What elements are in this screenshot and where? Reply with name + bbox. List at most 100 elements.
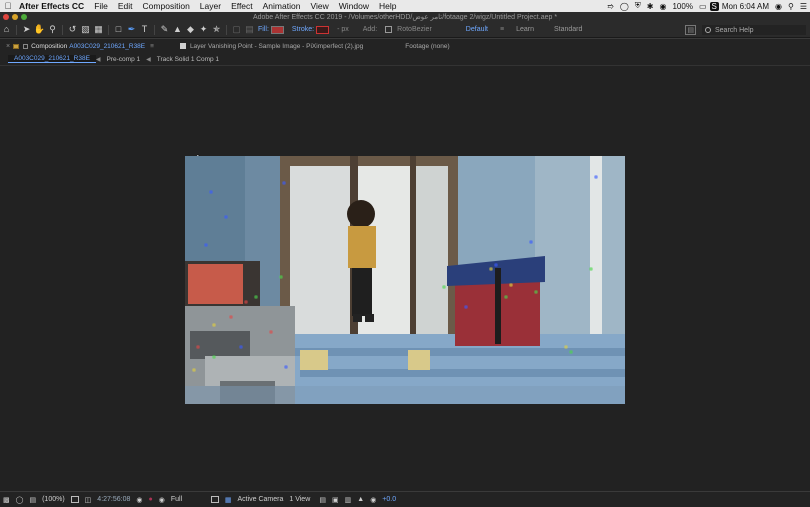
composition-icon: [13, 43, 20, 49]
roto-brush-tool-icon[interactable]: ✦: [197, 23, 210, 36]
lasso-icon[interactable]: ➱: [604, 2, 617, 11]
shield-icon[interactable]: ⛨: [632, 1, 644, 11]
workspace-toggle-icon[interactable]: ▤: [685, 25, 696, 35]
breadcrumb-precomp[interactable]: Pre-comp 1: [101, 56, 147, 63]
viewer-controls-bar: ▩ ◯ ▤ (100%) ◫ 4:27:56:08 ◉ ● ◉ Full ▦ A…: [0, 491, 810, 507]
menu-help[interactable]: Help: [374, 0, 401, 12]
panel-menu-icon[interactable]: ≡: [150, 43, 154, 50]
wifi-icon[interactable]: ◉: [656, 2, 669, 11]
align-icon[interactable]: ▢: [230, 23, 243, 36]
magnification-value[interactable]: (100%): [39, 496, 68, 503]
rotobezier-label: RotoBezier: [397, 26, 432, 33]
list-icon[interactable]: ☰: [797, 2, 810, 11]
toggle-pixel-aspect-icon[interactable]: ▤: [316, 496, 329, 504]
timecode-value[interactable]: 4:27:56:08: [94, 496, 133, 503]
pan-behind-tool-icon[interactable]: ▦: [92, 23, 105, 36]
pen-tool-icon[interactable]: ✒: [125, 23, 138, 36]
brush-tool-icon[interactable]: ✎: [158, 23, 171, 36]
composition-tab-name: A003C029_210621_R38E: [69, 42, 146, 50]
footage-tab-label: Footage (none): [405, 42, 450, 50]
panel-tab-bar: × Composition A003C029_210621_R38E ≡ Lay…: [0, 38, 810, 53]
menu-edit[interactable]: Edit: [113, 0, 138, 12]
puppet-tool-icon[interactable]: ✯: [210, 23, 223, 36]
tab-layer[interactable]: Layer Vanishing Point - Sample Image - P…: [174, 39, 369, 54]
minimize-button[interactable]: [12, 14, 18, 20]
battery-icon[interactable]: ▭: [696, 2, 710, 11]
battery-percent: 100%: [672, 1, 693, 11]
layer-icon: [179, 43, 186, 49]
workspace-menu-icon[interactable]: ≡: [498, 26, 506, 33]
tools-toolbar: ⌂ ➤ ✋ ⚲ ↺ ▧ ▦ □ ✒ T ✎ ▲ ◆ ✦ ✯ ▢ ▤ Fill: …: [0, 22, 810, 38]
active-camera-select[interactable]: Active Camera: [234, 496, 286, 503]
menu-effect[interactable]: Effect: [226, 0, 258, 12]
title-action-safe-icon[interactable]: [70, 496, 79, 503]
type-tool-icon[interactable]: T: [138, 23, 151, 36]
exposure-value[interactable]: +0.0: [379, 496, 399, 503]
user-icon[interactable]: ◉: [772, 2, 785, 11]
selection-tool-icon[interactable]: ➤: [20, 23, 33, 36]
clock[interactable]: Mon 6:04 AM: [719, 2, 772, 11]
reset-exposure-icon[interactable]: ◉: [367, 496, 379, 504]
region-of-interest-icon[interactable]: [210, 496, 219, 503]
tab-footage[interactable]: Footage (none): [399, 39, 455, 54]
channel-icon[interactable]: ◉: [156, 496, 168, 504]
composition-tab-label: Composition: [31, 42, 68, 50]
timer-icon[interactable]: ◯: [617, 2, 632, 11]
menu-view[interactable]: View: [305, 0, 333, 12]
mask-visibility-icon[interactable]: ▤: [26, 496, 39, 504]
eraser-tool-icon[interactable]: ◆: [184, 23, 197, 36]
toolbar-divider: [154, 24, 155, 35]
apple-icon[interactable]: : [0, 0, 14, 12]
menu-app-name[interactable]: After Effects CC: [14, 0, 89, 12]
fill-label: Fill:: [258, 26, 269, 33]
bluetooth-icon[interactable]: ✱: [644, 2, 657, 11]
workspace-learn[interactable]: Learn: [506, 26, 544, 33]
window-controls: [3, 14, 27, 20]
resolution-select[interactable]: Full: [168, 496, 208, 503]
tab-composition[interactable]: × Composition A003C029_210621_R38E ≡: [0, 39, 160, 54]
menu-composition[interactable]: Composition: [138, 0, 195, 12]
rectangle-tool-icon[interactable]: □: [112, 23, 125, 36]
window-title: Adobe After Effects CC 2019 - /Volumes/o…: [252, 14, 558, 21]
mac-menubar:  After Effects CC File Edit Composition…: [0, 0, 810, 12]
snapshot-icon[interactable]: ◉: [133, 496, 145, 504]
fill-swatch[interactable]: [270, 25, 284, 34]
lock-icon[interactable]: [23, 43, 29, 49]
stroke-label: Stroke:: [291, 26, 315, 33]
show-snapshot-icon[interactable]: ●: [146, 496, 156, 503]
view-layout-select[interactable]: 1 View: [286, 496, 316, 503]
transparency-grid-icon[interactable]: ▦: [222, 496, 235, 504]
close-button[interactable]: [3, 14, 9, 20]
menu-animation[interactable]: Animation: [258, 0, 306, 12]
flowchart-icon[interactable]: ▲: [354, 496, 367, 503]
breadcrumb-main-comp[interactable]: A003C029_210621_R38E: [8, 55, 96, 63]
workspace-standard[interactable]: Standard: [544, 26, 592, 33]
clone-stamp-tool-icon[interactable]: ▲: [171, 23, 184, 36]
zoom-button[interactable]: [21, 14, 27, 20]
3d-glasses-icon[interactable]: ◯: [13, 496, 27, 504]
menu-window[interactable]: Window: [334, 0, 374, 12]
grid-icon[interactable]: ◫: [82, 496, 95, 504]
fast-previews-icon[interactable]: ▣: [329, 496, 342, 504]
search-icon[interactable]: ⚲: [785, 2, 797, 11]
snap-icon[interactable]: ▤: [243, 23, 256, 36]
always-preview-icon[interactable]: ▩: [0, 496, 13, 504]
footage-frame[interactable]: [185, 156, 625, 404]
zoom-tool-icon[interactable]: ⚲: [46, 23, 59, 36]
dropbox-icon[interactable]: S: [709, 1, 719, 11]
stroke-swatch[interactable]: [316, 25, 330, 34]
rotate-tool-icon[interactable]: ↺: [66, 23, 79, 36]
menu-layer[interactable]: Layer: [195, 0, 226, 12]
timeline-icon[interactable]: ▥: [342, 496, 355, 504]
search-help-field[interactable]: Search Help: [702, 25, 806, 35]
composition-viewer[interactable]: [0, 66, 810, 491]
close-tab-icon[interactable]: ×: [6, 43, 13, 50]
breadcrumb-track-solid[interactable]: Track Solid 1 Comp 1: [151, 56, 225, 63]
workspace-default[interactable]: Default: [456, 26, 498, 33]
rotobezier-checkbox[interactable]: [385, 26, 393, 33]
home-icon[interactable]: ⌂: [0, 23, 13, 36]
stroke-width-value[interactable]: - px: [335, 26, 351, 33]
hand-tool-icon[interactable]: ✋: [33, 23, 46, 36]
menu-file[interactable]: File: [89, 0, 113, 12]
camera-tool-icon[interactable]: ▧: [79, 23, 92, 36]
